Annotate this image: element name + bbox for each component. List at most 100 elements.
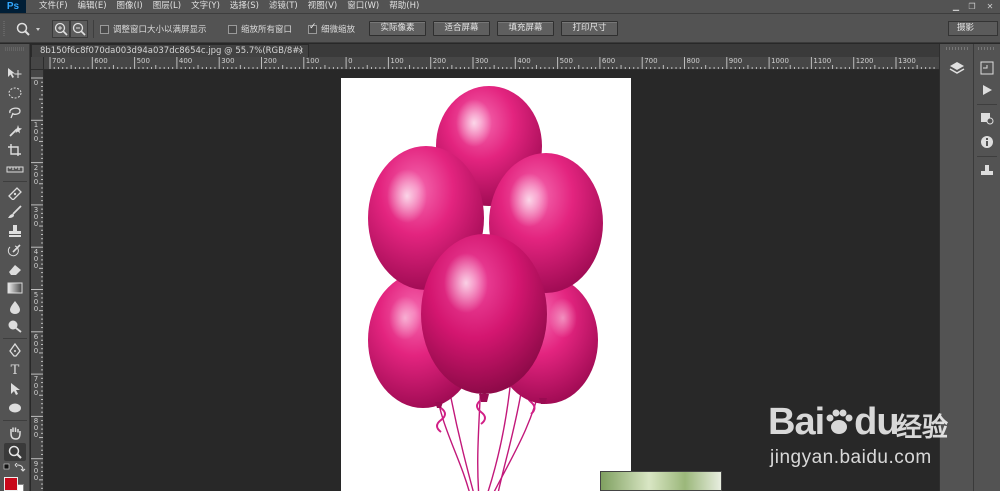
zoom-in-icon[interactable]	[52, 20, 70, 38]
menu-window[interactable]: 窗口(W)	[342, 0, 384, 13]
blur-tool-icon[interactable]	[7, 300, 23, 314]
path-selection-tool-icon[interactable]	[7, 382, 23, 396]
actions-play-icon[interactable]	[978, 82, 996, 98]
zoom-all-windows-option[interactable]: 缩放所有窗口	[228, 22, 292, 36]
ruler-label: 1000	[771, 57, 789, 65]
dock-grip[interactable]	[978, 47, 996, 50]
document-tab[interactable]: 8b150f6c8f070da003d94a037dc8654c.jpg @ 5…	[31, 44, 309, 57]
tool-presets-icon[interactable]	[978, 162, 996, 178]
ruler-origin[interactable]	[31, 57, 44, 70]
ruler-label: 100	[390, 57, 404, 65]
options-divider	[93, 20, 94, 38]
ruler-label: 600	[94, 57, 108, 65]
workspace-switcher[interactable]: 摄影	[948, 21, 998, 36]
ruler-label: 500	[136, 57, 150, 65]
ruler-label: 0	[348, 57, 353, 65]
swap-colors-icon[interactable]	[3, 463, 27, 473]
scrubby-zoom-checkbox[interactable]	[308, 22, 317, 34]
navigator-thumbnail	[600, 471, 722, 491]
quick-selection-tool-icon[interactable]	[7, 124, 23, 138]
ruler-label: 700	[644, 57, 658, 65]
ruler-label: 1300	[898, 57, 916, 65]
shape-tool-icon[interactable]	[7, 401, 23, 415]
info-panel-icon[interactable]	[978, 134, 996, 150]
eraser-tool-icon[interactable]	[7, 262, 23, 276]
pink-balloons-image	[368, 86, 603, 491]
ruler-tool-icon[interactable]	[6, 162, 24, 176]
gradient-tool-icon[interactable]	[7, 281, 23, 295]
menu-select[interactable]: 选择(S)	[225, 0, 264, 13]
hand-tool-icon[interactable]	[7, 425, 23, 441]
options-grip-icon	[3, 21, 5, 37]
options-bar: 调整窗口大小以满屏显示 缩放所有窗口 细微缩放 实际像素 适合屏幕 填充屏幕 打…	[0, 13, 1000, 43]
zoom-tool-icon[interactable]	[4, 443, 26, 461]
resize-windows-checkbox[interactable]	[100, 24, 109, 34]
ruler-label: 300	[475, 57, 489, 65]
menu-type[interactable]: 文字(Y)	[186, 0, 225, 13]
tools-divider	[3, 181, 27, 182]
move-tool-icon[interactable]	[6, 66, 24, 80]
ruler-label: 200	[33, 163, 39, 186]
zoom-out-icon[interactable]	[70, 20, 88, 38]
ruler-label: 900	[728, 57, 743, 65]
menu-image[interactable]: 图像(I)	[112, 0, 148, 13]
dock-divider	[977, 156, 997, 157]
crop-tool-icon[interactable]	[7, 143, 23, 157]
fit-screen-button[interactable]: 适合屏幕	[433, 21, 490, 36]
layers-panel-icon[interactable]	[948, 60, 966, 78]
ruler-label: 0	[33, 79, 39, 87]
ruler-label: 200	[432, 57, 447, 65]
menu-view[interactable]: 视图(V)	[303, 0, 342, 13]
ruler-label: 800	[33, 417, 39, 440]
foreground-color-swatch[interactable]	[4, 477, 18, 491]
zoom-all-windows-label: 缩放所有窗口	[241, 25, 293, 35]
ruler-label: 400	[33, 248, 39, 271]
print-size-button[interactable]: 打印尺寸	[561, 21, 618, 36]
ruler-label: 700	[33, 375, 39, 398]
ps-logo: Ps	[0, 0, 26, 13]
history-brush-tool-icon[interactable]	[7, 243, 23, 257]
type-tool-icon[interactable]: T	[4, 362, 26, 380]
dock-grip[interactable]	[946, 47, 968, 50]
menu-bar: Ps 文件(F) 编辑(E) 图像(I) 图层(L) 文字(Y) 选择(S) 滤…	[0, 0, 1000, 13]
menu-file[interactable]: 文件(F)	[34, 0, 73, 13]
close-tab-icon[interactable]: ×	[297, 45, 304, 57]
restore-icon[interactable]: ❐	[966, 0, 978, 13]
lasso-tool-icon[interactable]	[7, 105, 23, 119]
fill-screen-button[interactable]: 填充屏幕	[497, 21, 554, 36]
horizontal-ruler[interactable]: 700 600 500 400 300 200 100 0 100 200 300 400 500 600…	[44, 57, 939, 70]
zoom-tool-preset-icon[interactable]	[14, 20, 44, 38]
menu-filter[interactable]: 滤镜(T)	[264, 0, 303, 13]
ruler-label: 100	[305, 57, 320, 65]
watermark-url: jingyan.baidu.com	[770, 447, 932, 468]
ruler-label: 500	[559, 57, 573, 65]
document-image[interactable]	[341, 78, 631, 491]
ruler-label: 700	[52, 57, 66, 65]
zoom-all-windows-checkbox[interactable]	[228, 24, 237, 34]
scrubby-zoom-label: 细微缩放	[321, 25, 356, 35]
actual-pixels-button[interactable]: 实际像素	[369, 21, 426, 36]
ruler-label: 400	[517, 57, 531, 65]
history-panel-icon[interactable]	[978, 60, 996, 76]
adjustments-panel-icon[interactable]	[978, 110, 996, 126]
resize-windows-label: 调整窗口大小以满屏显示	[113, 25, 207, 35]
pen-tool-icon[interactable]	[7, 343, 23, 357]
menu-layer[interactable]: 图层(L)	[148, 0, 186, 13]
dodge-tool-icon[interactable]	[7, 319, 23, 333]
vertical-ruler[interactable]: 0 100 200 300 400 500 600 700 800 900	[31, 70, 44, 491]
brush-tool-icon[interactable]	[7, 205, 23, 219]
clone-stamp-tool-icon[interactable]	[7, 224, 23, 238]
ruler-label: 600	[33, 332, 39, 355]
marquee-tool-icon[interactable]	[7, 86, 23, 100]
menu-edit[interactable]: 编辑(E)	[73, 0, 112, 13]
document-tab-title: 8b150f6c8f070da003d94a037dc8654c.jpg @ 5…	[40, 46, 303, 56]
menu-help[interactable]: 帮助(H)	[384, 0, 424, 13]
scrubby-zoom-option[interactable]: 细微缩放	[308, 22, 355, 36]
tools-grip-icon[interactable]	[3, 46, 27, 52]
close-window-icon[interactable]: ✕	[984, 0, 996, 13]
resize-windows-option[interactable]: 调整窗口大小以满屏显示	[100, 22, 207, 36]
ruler-label: 1200	[855, 57, 874, 65]
healing-brush-tool-icon[interactable]	[7, 186, 23, 200]
ruler-label: 300	[221, 57, 235, 65]
minimize-icon[interactable]: ▁	[950, 0, 962, 13]
